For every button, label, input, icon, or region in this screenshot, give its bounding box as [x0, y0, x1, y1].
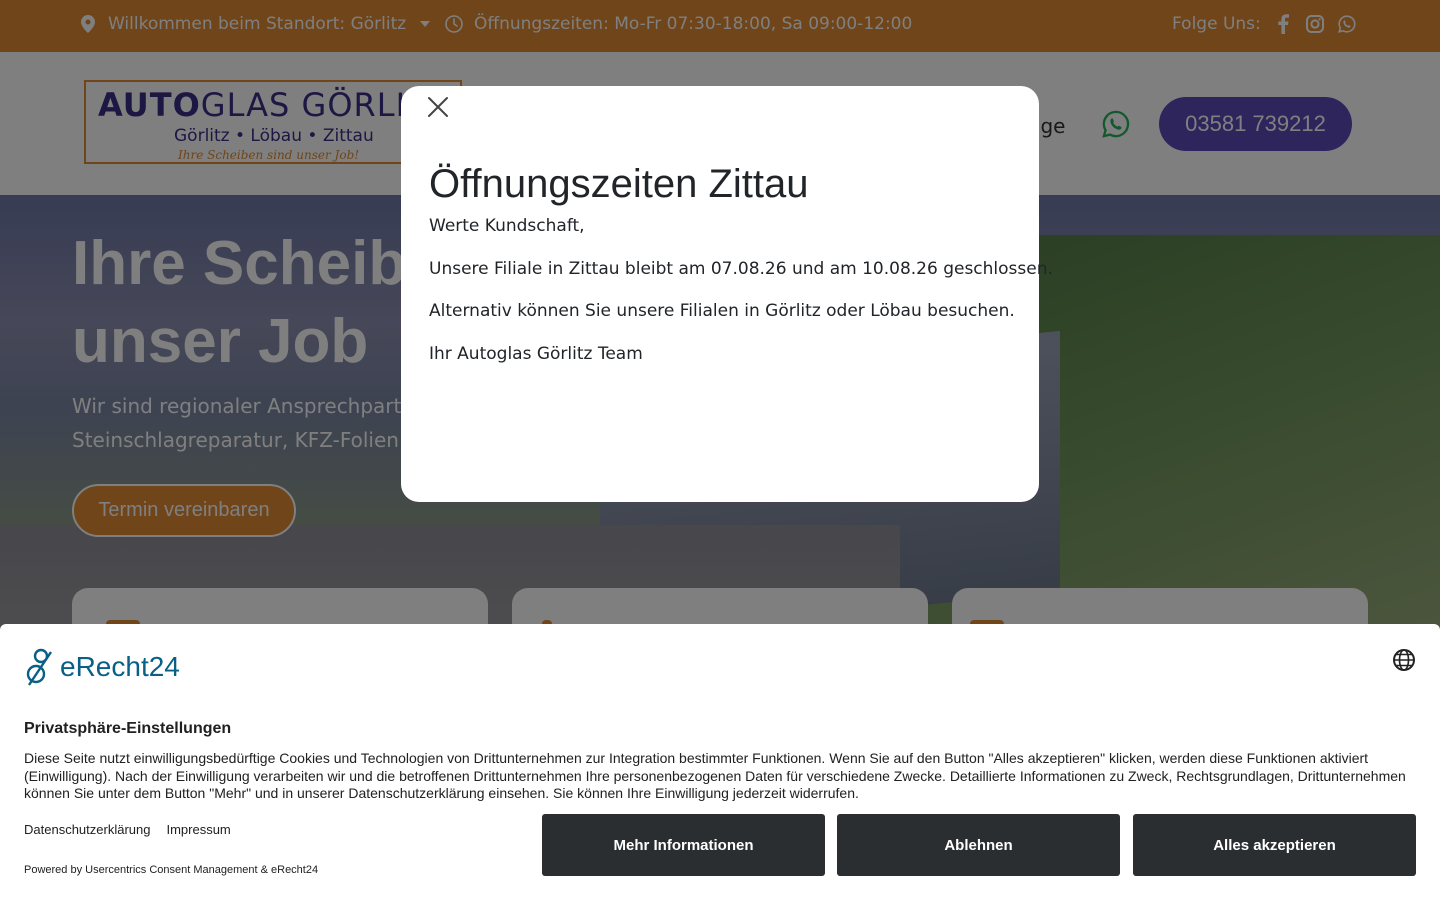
modal-text-alternative: Alternativ können Sie unsere Filialen in…	[429, 301, 1015, 321]
consent-description: Diese Seite nutzt einwilligungsbedürftig…	[24, 750, 1406, 801]
cookie-consent-banner: eRecht24 Privatsphäre-Einstellungen Dies…	[0, 624, 1440, 900]
close-icon[interactable]	[427, 96, 449, 118]
announcement-modal: Öffnungszeiten Zittau Werte Kundschaft, …	[401, 86, 1053, 502]
modal-title: Öffnungszeiten Zittau	[429, 162, 809, 206]
erecht24-brand: eRecht24	[60, 651, 180, 682]
erecht24-logo-mark	[26, 648, 52, 686]
decline-button[interactable]: Ablehnen	[837, 814, 1120, 876]
privacy-policy-link[interactable]: Datenschutzerklärung	[24, 822, 150, 837]
modal-signature: Ihr Autoglas Görlitz Team	[429, 344, 643, 364]
globe-icon[interactable]	[1392, 648, 1416, 672]
more-info-button[interactable]: Mehr Informationen	[542, 814, 825, 876]
modal-text-closure: Unsere Filiale in Zittau bleibt am 07.08…	[429, 259, 1053, 279]
powered-by-text: Powered by Usercentrics Consent Manageme…	[24, 864, 319, 876]
consent-heading: Privatsphäre-Einstellungen	[24, 720, 232, 737]
consent-links: Datenschutzerklärung Impressum	[24, 822, 231, 837]
modal-greeting: Werte Kundschaft,	[429, 216, 585, 236]
accept-all-button[interactable]: Alles akzeptieren	[1133, 814, 1416, 876]
imprint-link[interactable]: Impressum	[166, 822, 230, 837]
erecht24-logo: eRecht24	[24, 648, 180, 686]
